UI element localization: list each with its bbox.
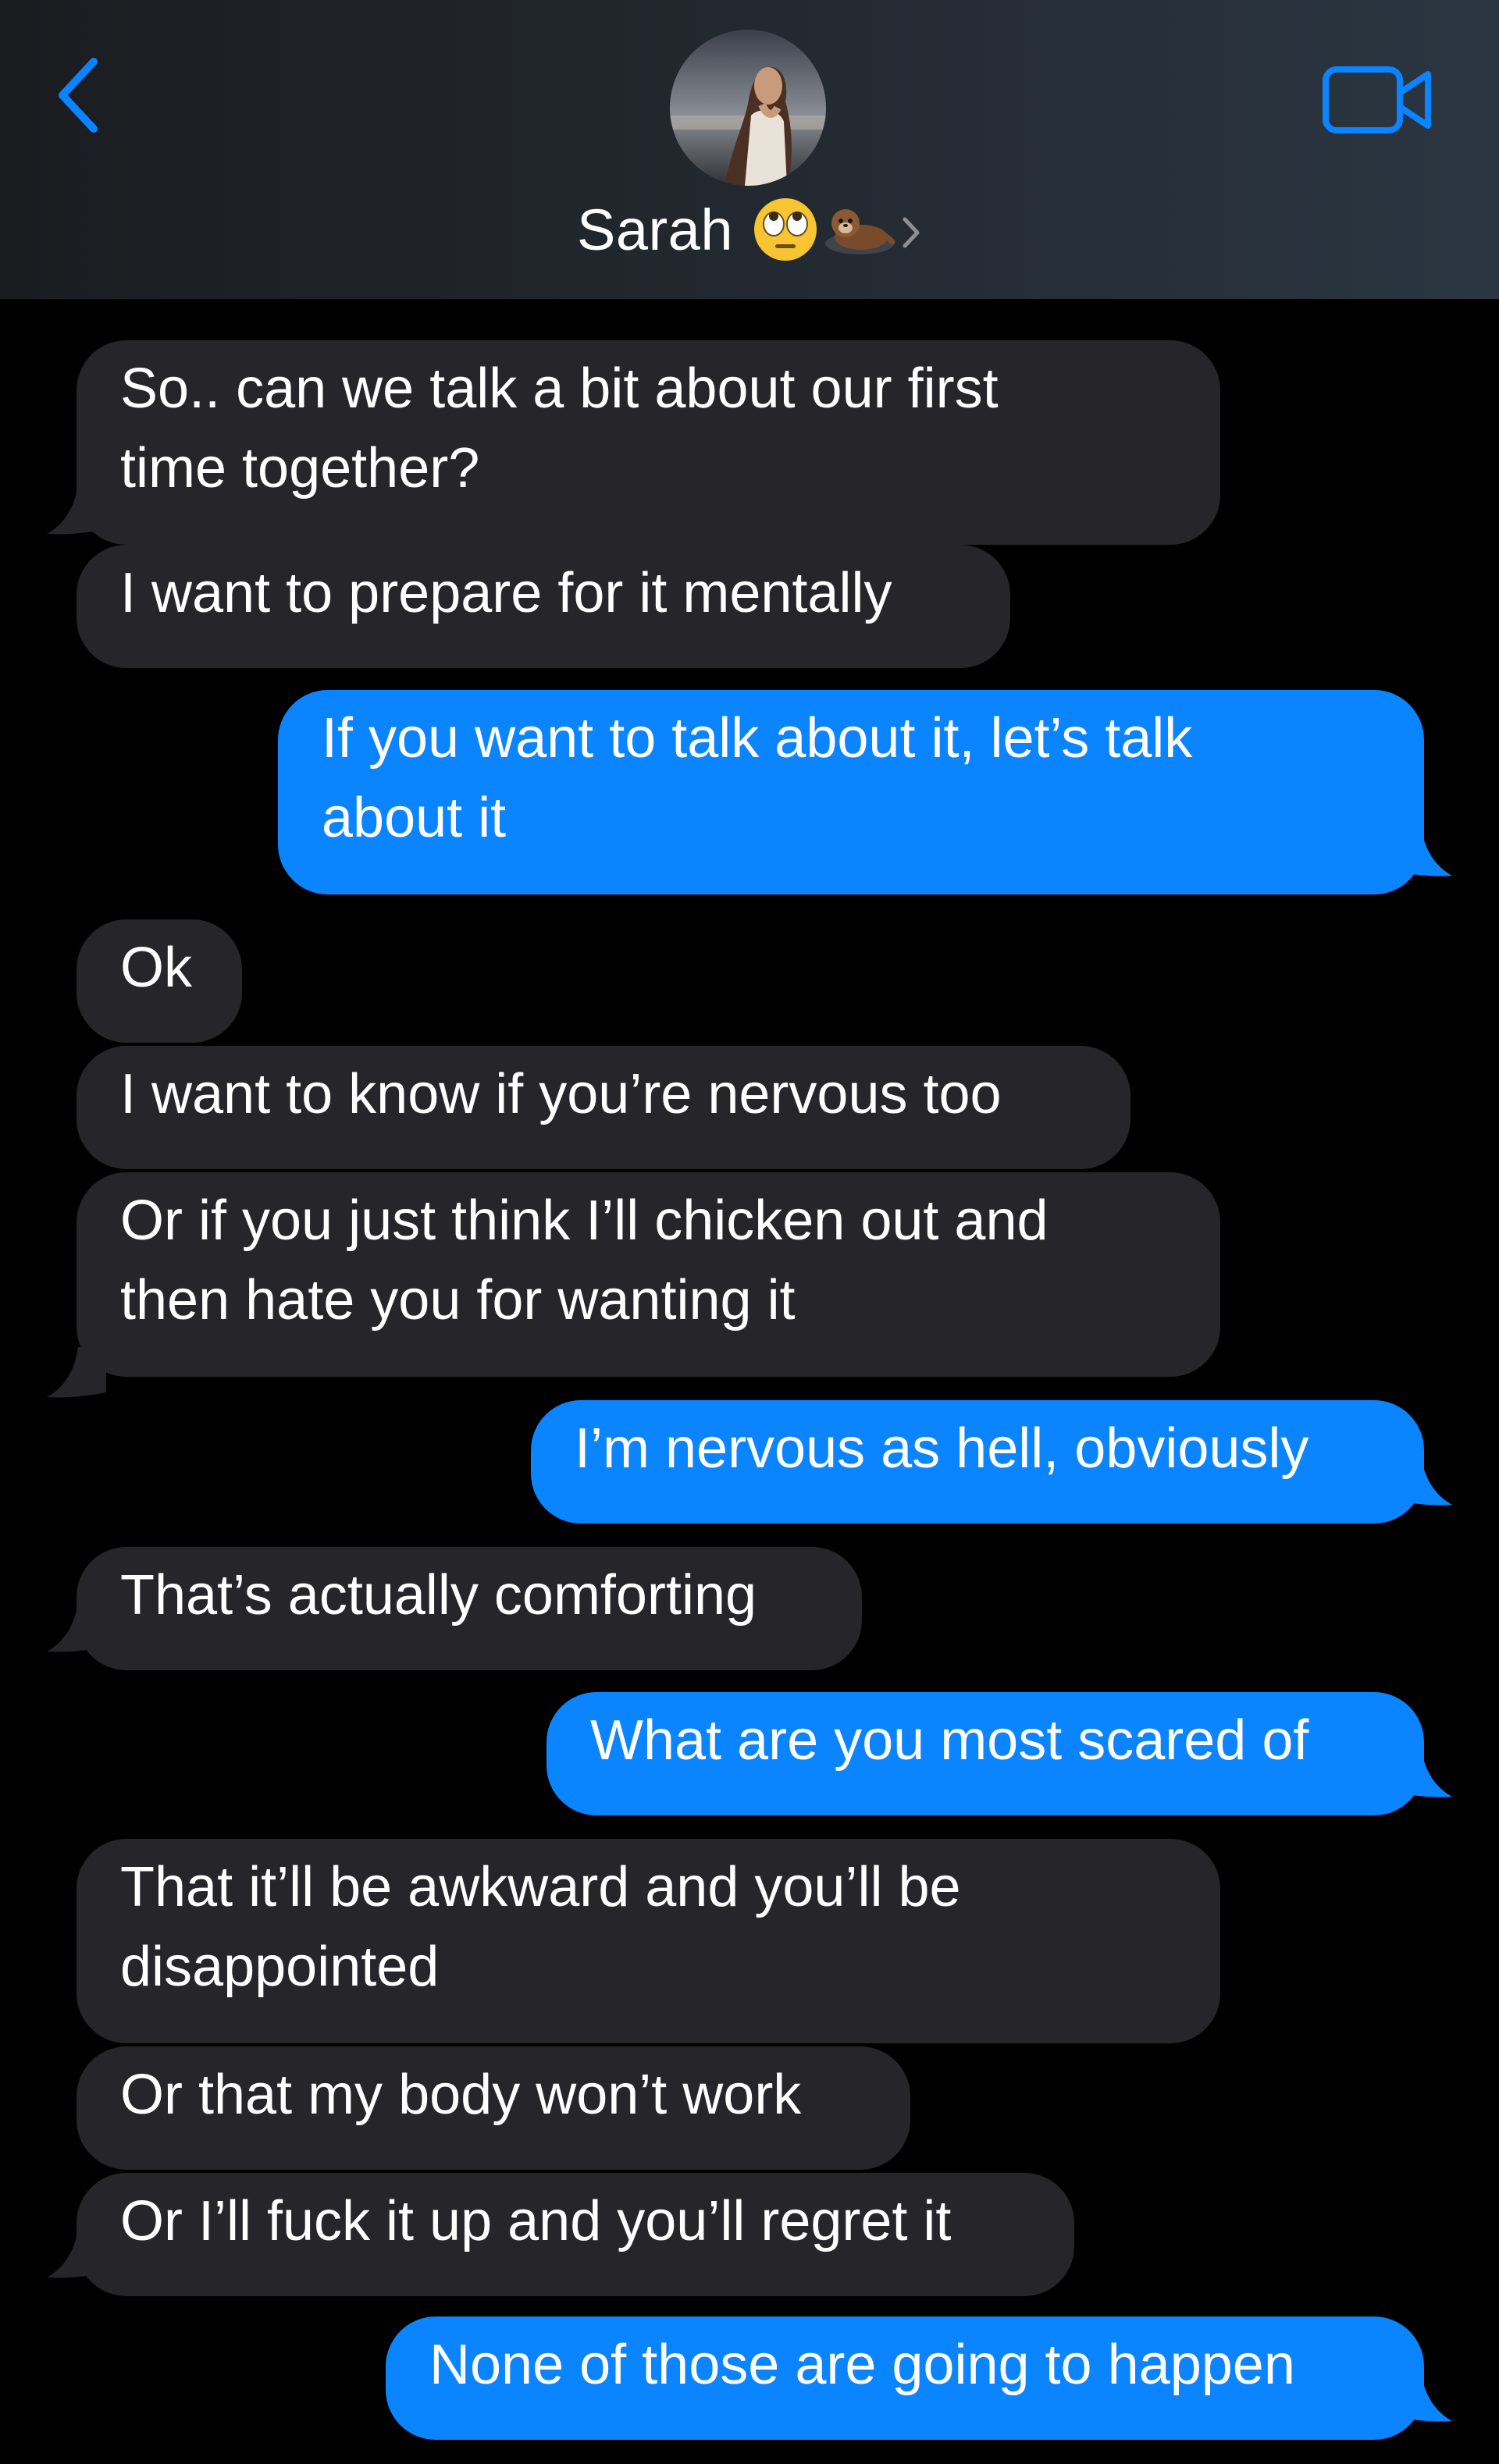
contact-title[interactable]: Sarah (0, 190, 1499, 268)
sent-message[interactable]: What are you most scared of (547, 1692, 1424, 1815)
received-message[interactable]: So.. can we talk a bit about our first t… (77, 340, 1220, 545)
received-message[interactable]: Or if you just think I’ll chicken out an… (77, 1172, 1220, 1377)
back-button[interactable] (47, 48, 109, 142)
otter-icon (824, 209, 895, 254)
video-call-button[interactable] (1319, 61, 1437, 139)
received-message[interactable]: That’s actually comforting (77, 1547, 862, 1670)
sent-message[interactable]: None of those are going to happen (386, 2316, 1424, 2440)
received-message[interactable]: Ok (77, 919, 242, 1043)
sent-message[interactable]: If you want to talk about it, let’s talk… (278, 690, 1424, 894)
avatar-photo (670, 30, 826, 186)
sent-message[interactable]: I’m nervous as hell, obviously (531, 1400, 1424, 1524)
bubble-tail (47, 484, 106, 535)
conversation-header: Sarah (0, 0, 1499, 299)
received-message[interactable]: I want to know if you’re nervous too (77, 1046, 1130, 1169)
chevron-right-icon (903, 217, 920, 248)
face-with-rolling-eyes-icon (753, 198, 817, 261)
video-camera-icon (1322, 66, 1431, 133)
received-message[interactable]: Or I’ll fuck it up and you’ll regret it (77, 2173, 1074, 2296)
received-message[interactable]: That it’ll be awkward and you’ll be disa… (77, 1839, 1220, 2043)
received-message[interactable]: Or that my body won’t work (77, 2046, 910, 2170)
contact-name: Sarah (577, 197, 733, 262)
received-message[interactable]: I want to prepare for it mentally (77, 545, 1010, 668)
contact-avatar[interactable] (670, 30, 826, 186)
chevron-left-icon (59, 58, 98, 133)
